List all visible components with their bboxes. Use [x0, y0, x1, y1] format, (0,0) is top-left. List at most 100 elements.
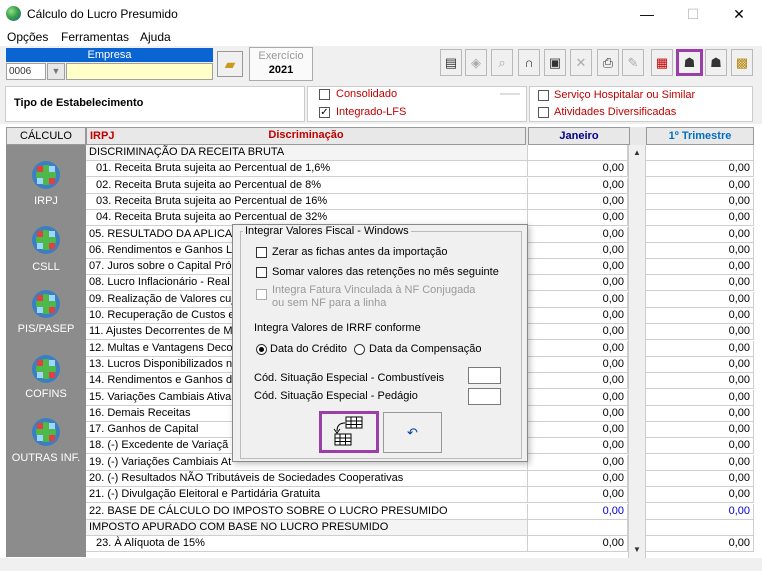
cell-janeiro[interactable]: 0,00 — [528, 242, 628, 259]
cell-janeiro[interactable]: 0,00 — [528, 454, 628, 471]
consolidado-checkbox[interactable] — [319, 89, 330, 100]
cell-trimestre[interactable]: 0,00 — [646, 405, 754, 422]
scroll-up-icon[interactable]: ▲ — [629, 145, 645, 161]
cell-janeiro[interactable]: 0,00 — [528, 471, 628, 487]
menu-opcoes[interactable]: Opções — [7, 30, 48, 44]
cell-trimestre[interactable]: 0,00 — [646, 389, 754, 406]
table-row[interactable]: 01. Receita Bruta sujeita ao Percentual … — [86, 161, 754, 178]
cell-janeiro[interactable]: 0,00 — [528, 487, 628, 504]
cell-janeiro[interactable]: 0,00 — [528, 259, 628, 276]
data-compensacao-radio[interactable] — [354, 344, 365, 355]
table-row[interactable]: 03. Receita Bruta sujeita ao Percentual … — [86, 193, 754, 210]
table-row[interactable]: IMPOSTO APURADO COM BASE NO LUCRO PRESUM… — [86, 519, 754, 536]
cell-janeiro[interactable]: 0,00 — [528, 275, 628, 292]
table-row[interactable]: 21. (-) Divulgação Eleitoral e Partidári… — [86, 487, 754, 504]
cell-janeiro[interactable]: 0,00 — [528, 356, 628, 373]
nav-csll[interactable]: CSLL — [6, 261, 86, 273]
table-row[interactable]: DISCRIMINAÇÃO DA RECEITA BRUTA — [86, 145, 754, 161]
cell-janeiro[interactable] — [528, 145, 628, 161]
integra-fatura-checkbox[interactable] — [256, 289, 267, 300]
cofins-globe-icon[interactable] — [31, 354, 61, 384]
print-icon[interactable]: ⎙ — [597, 49, 619, 76]
scroll-down-icon[interactable]: ▼ — [629, 542, 645, 558]
cell-trimestre[interactable]: 0,00 — [646, 324, 754, 341]
cell-trimestre[interactable]: 0,00 — [646, 210, 754, 227]
cell-janeiro[interactable]: 0,00 — [528, 438, 628, 455]
nav-irpj[interactable]: IRPJ — [6, 195, 86, 207]
open-folder-icon[interactable]: ▰ — [217, 51, 243, 77]
somar-retencoes-checkbox[interactable] — [256, 267, 267, 278]
cell-trimestre[interactable]: 0,00 — [646, 536, 754, 553]
cell-trimestre[interactable]: 0,00 — [646, 242, 754, 259]
cell-trimestre[interactable]: 0,00 — [646, 422, 754, 439]
cell-trimestre[interactable]: 0,00 — [646, 503, 754, 520]
document-icon[interactable]: ▤ — [440, 49, 462, 76]
integrate-fiscal-icon[interactable]: ☗ — [676, 49, 703, 76]
cell-trimestre[interactable]: 0,00 — [646, 226, 754, 243]
cell-janeiro[interactable]: 0,00 — [528, 422, 628, 439]
cell-trimestre[interactable] — [646, 145, 754, 161]
cell-janeiro[interactable]: 0,00 — [528, 324, 628, 341]
search-icon[interactable]: ⌕ — [491, 49, 513, 76]
minimize-button[interactable]: — — [624, 0, 670, 28]
diamond-icon[interactable]: ◈ — [465, 49, 487, 76]
menu-ajuda[interactable]: Ajuda — [140, 30, 171, 44]
cell-janeiro[interactable]: 0,00 — [528, 177, 628, 194]
network-icon[interactable]: ☗ — [705, 49, 727, 76]
cell-trimestre[interactable]: 0,00 — [646, 373, 754, 390]
table-row[interactable]: 02. Receita Bruta sujeita ao Percentual … — [86, 177, 754, 194]
cell-trimestre[interactable]: 0,00 — [646, 308, 754, 324]
cell-janeiro[interactable] — [528, 519, 628, 536]
cod-pedagio-input[interactable] — [468, 388, 501, 405]
empresa-code-input[interactable]: 0006 — [6, 63, 46, 80]
cell-janeiro[interactable]: 0,00 — [528, 308, 628, 324]
cell-janeiro[interactable]: 0,00 — [528, 389, 628, 406]
nav-outras-inf[interactable]: OUTRAS INF. — [6, 452, 86, 464]
cell-trimestre[interactable] — [646, 519, 754, 536]
vertical-scrollbar[interactable] — [628, 145, 646, 558]
delete-icon[interactable]: ✕ — [570, 49, 592, 76]
empresa-dropdown-icon[interactable]: ▼ — [47, 63, 65, 80]
calendar-icon[interactable]: ▩ — [731, 49, 753, 76]
wrench-icon[interactable]: ✎ — [622, 49, 644, 76]
cell-janeiro[interactable]: 0,00 — [528, 373, 628, 390]
lock-icon[interactable]: ∩ — [518, 49, 540, 76]
cell-janeiro[interactable]: 0,00 — [528, 226, 628, 243]
empresa-name-input[interactable] — [66, 63, 213, 80]
close-button[interactable]: ✕ — [716, 0, 762, 28]
cell-trimestre[interactable]: 0,00 — [646, 340, 754, 357]
table-row[interactable]: 22. BASE DE CÁLCULO DO IMPOSTO SOBRE O L… — [86, 503, 754, 520]
irpj-globe-icon[interactable] — [31, 160, 61, 190]
cell-trimestre[interactable]: 0,00 — [646, 438, 754, 455]
cell-trimestre[interactable]: 0,00 — [646, 471, 754, 487]
cell-janeiro[interactable]: 0,00 — [528, 291, 628, 308]
hospitalar-checkbox[interactable] — [538, 90, 549, 101]
cell-janeiro[interactable]: 0,00 — [528, 161, 628, 178]
cell-janeiro[interactable]: 0,00 — [528, 193, 628, 210]
cell-trimestre[interactable]: 0,00 — [646, 275, 754, 292]
cell-janeiro[interactable]: 0,00 — [528, 210, 628, 227]
nav-cofins[interactable]: COFINS — [6, 388, 86, 400]
table-row[interactable]: 20. (-) Resultados NÃO Tributáveis de So… — [86, 471, 754, 487]
import-button[interactable] — [319, 411, 379, 453]
nav-pis-pasep[interactable]: PIS/PASEP — [6, 323, 86, 335]
outras-globe-icon[interactable] — [31, 417, 61, 447]
cell-trimestre[interactable]: 0,00 — [646, 454, 754, 471]
menu-ferramentas[interactable]: Ferramentas — [61, 30, 129, 44]
cell-janeiro[interactable]: 0,00 — [528, 503, 628, 520]
diversificadas-checkbox[interactable] — [538, 107, 549, 118]
cell-trimestre[interactable]: 0,00 — [646, 193, 754, 210]
export-icon[interactable]: ▦ — [651, 49, 673, 76]
integrado-lfs-checkbox[interactable]: ✓ — [319, 107, 330, 118]
cell-janeiro[interactable]: 0,00 — [528, 536, 628, 553]
cell-trimestre[interactable]: 0,00 — [646, 161, 754, 178]
csll-globe-icon[interactable] — [31, 225, 61, 255]
cell-trimestre[interactable]: 0,00 — [646, 487, 754, 504]
zerar-fichas-checkbox[interactable] — [256, 247, 267, 258]
table-row[interactable]: 23. À Alíquota de 15% 0,00 0,00 — [86, 536, 754, 553]
cell-trimestre[interactable]: 0,00 — [646, 356, 754, 373]
cell-trimestre[interactable]: 0,00 — [646, 291, 754, 308]
cell-trimestre[interactable]: 0,00 — [646, 177, 754, 194]
cell-janeiro[interactable]: 0,00 — [528, 340, 628, 357]
undo-button[interactable]: ↶ — [383, 412, 442, 453]
